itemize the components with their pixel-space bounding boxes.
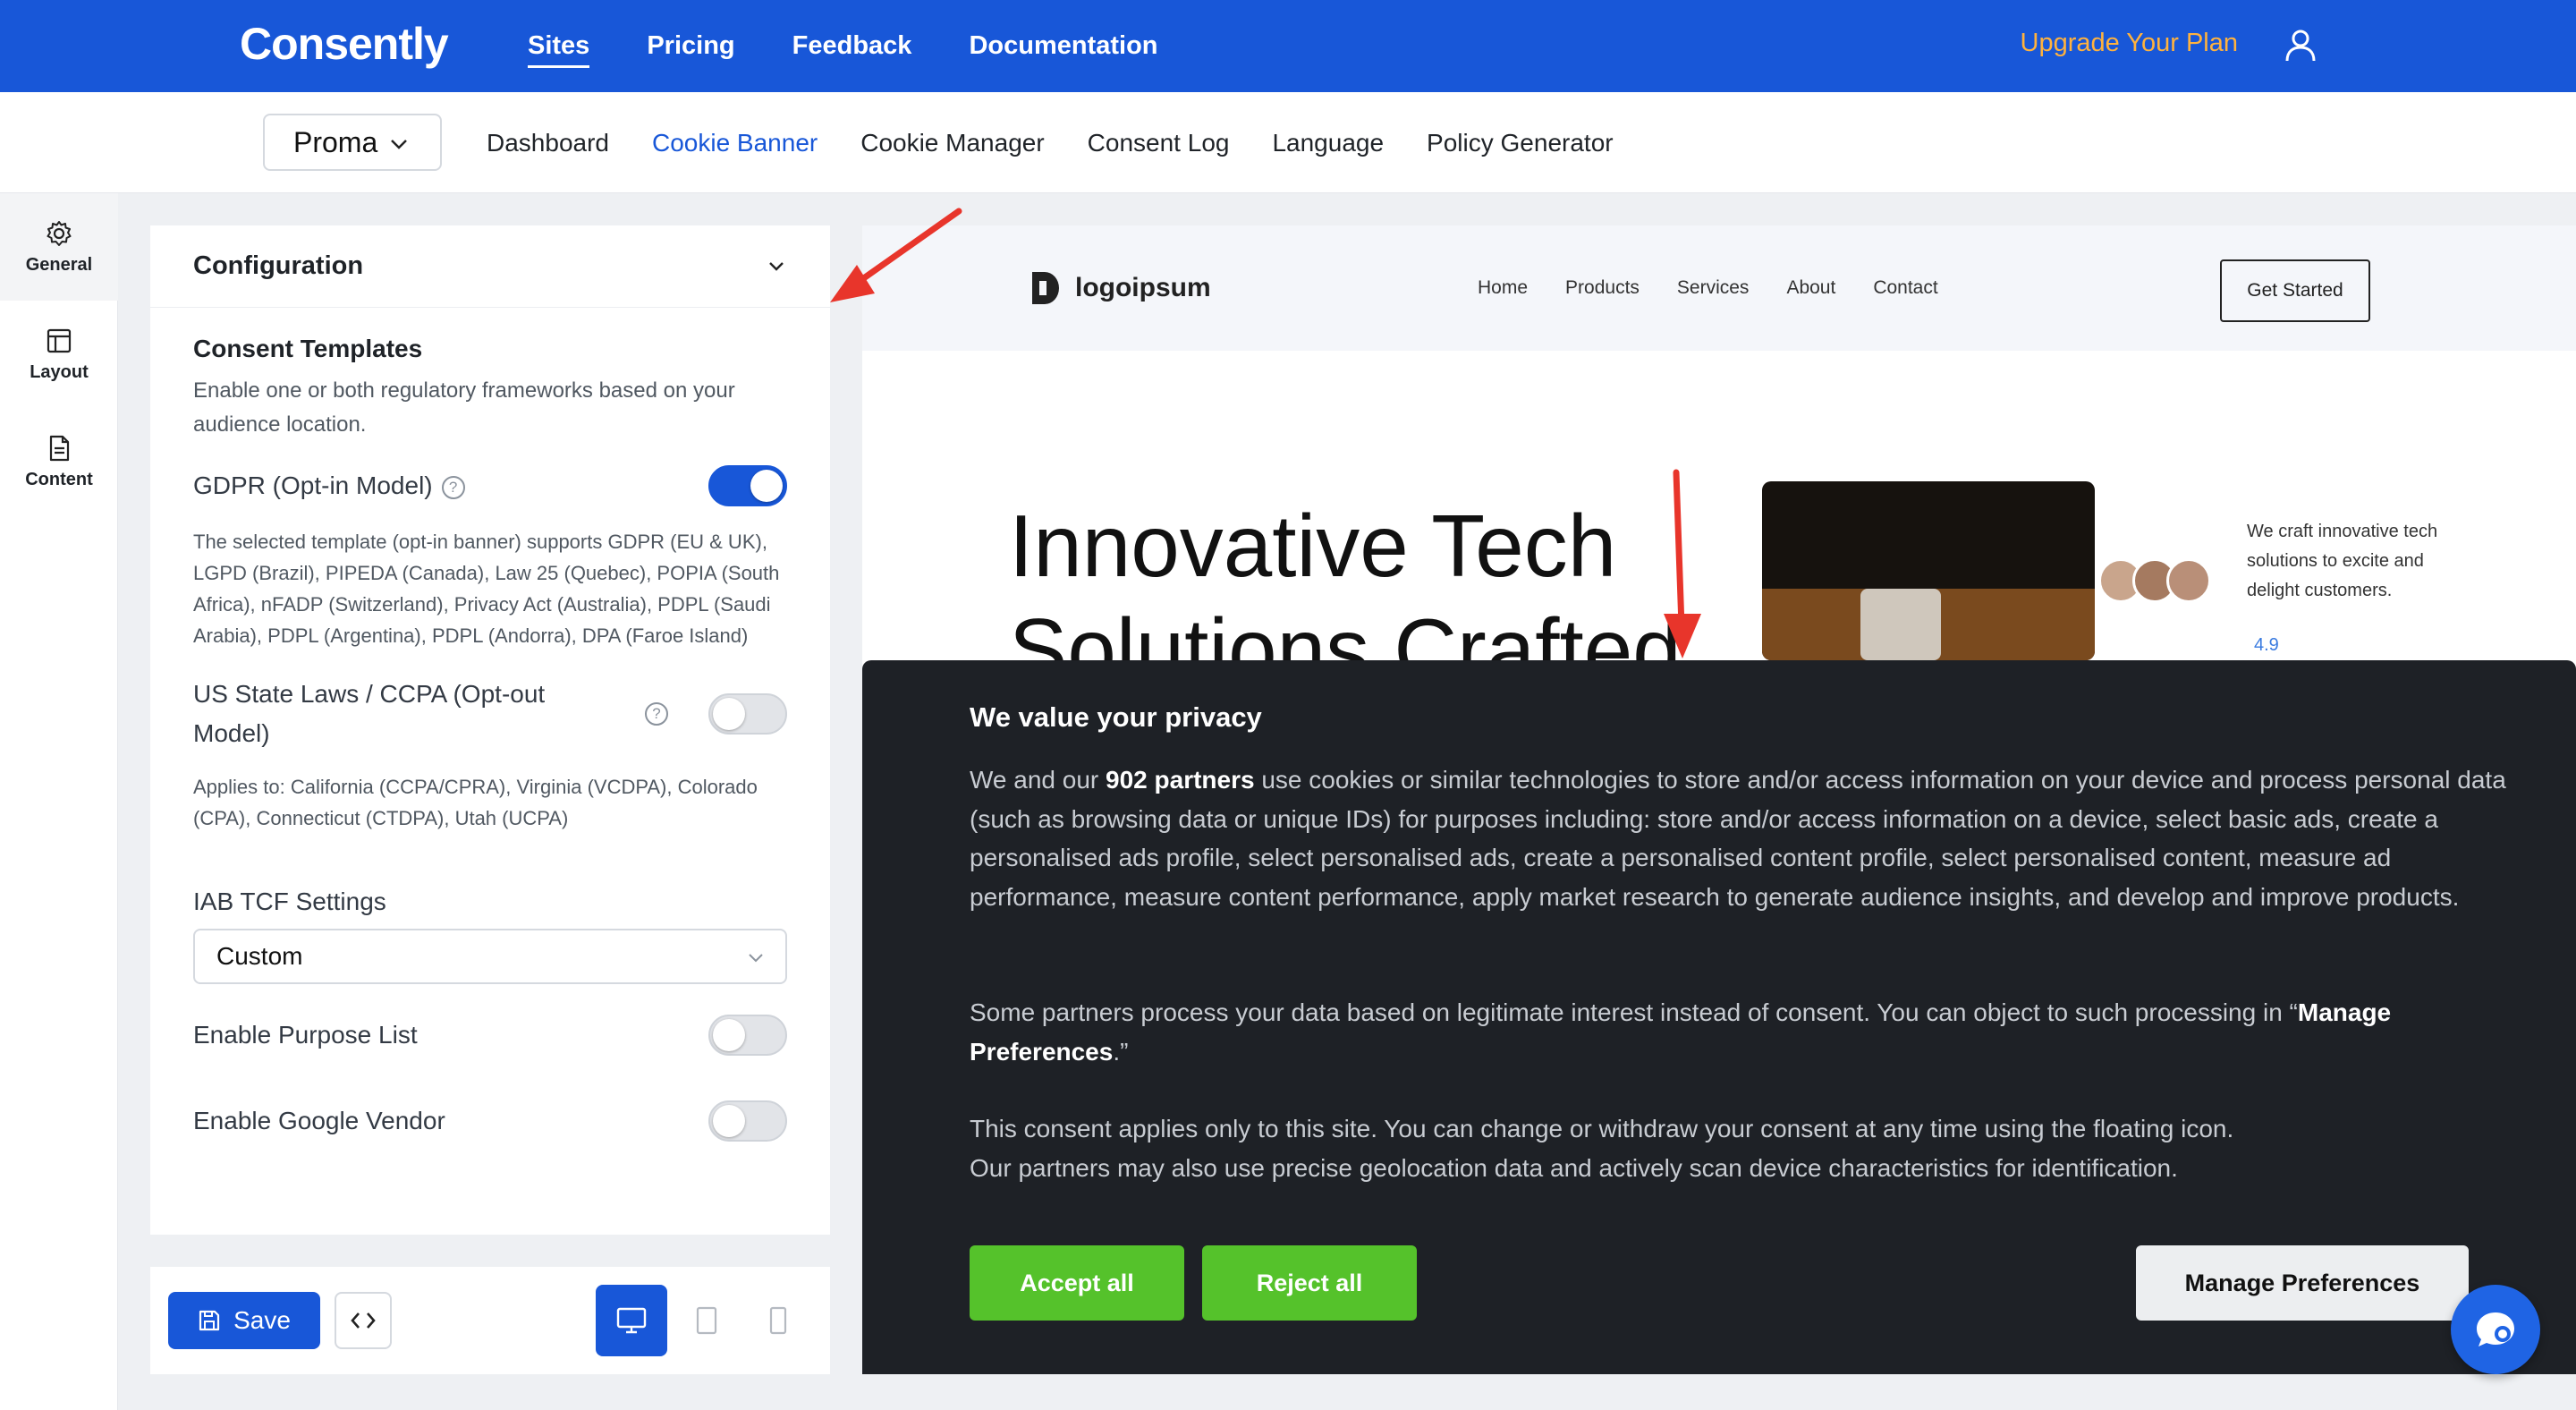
site-tabs: Dashboard Cookie Banner Cookie Manager C… <box>487 92 1614 193</box>
consent-templates-title: Consent Templates <box>193 335 423 362</box>
site-selector[interactable]: Proma <box>263 114 442 171</box>
preview-get-started: Get Started <box>2220 259 2370 322</box>
rail-item-layout[interactable]: Layout <box>0 301 118 408</box>
chevron-down-icon[interactable] <box>766 256 787 277</box>
rail-label: Content <box>25 469 93 489</box>
ccpa-label: US State Laws / CCPA (Opt-out Model) <box>193 680 546 747</box>
nav-documentation[interactable]: Documentation <box>969 31 1157 61</box>
top-navbar: Consently Sites Pricing Feedback Documen… <box>0 0 2576 92</box>
purpose-list-label: Enable Purpose List <box>193 1021 418 1049</box>
chevron-down-icon <box>749 954 763 963</box>
manage-preferences-button[interactable]: Manage Preferences <box>2136 1245 2469 1321</box>
preview-logo: logoipsum <box>1029 268 1211 308</box>
hero-line-1: Innovative Tech <box>1009 497 1617 595</box>
code-view-button[interactable] <box>335 1292 392 1349</box>
rail-label: General <box>25 254 93 275</box>
preview-site-header: logoipsum Home Products Services About C… <box>862 225 2576 351</box>
tab-cookie-banner[interactable]: Cookie Banner <box>652 129 818 157</box>
consent-templates-desc: Enable one or both regulatory frameworks… <box>193 378 735 437</box>
desktop-icon <box>616 1307 647 1334</box>
avatar <box>2166 558 2211 603</box>
preview-nav-about: About <box>1786 277 1836 298</box>
tab-cookie-manager[interactable]: Cookie Manager <box>860 129 1044 157</box>
site-selector-value: Proma <box>293 125 378 158</box>
preview-nav-home: Home <box>1478 277 1529 298</box>
consent-banner: We value your privacy We and our 902 par… <box>862 660 2576 1374</box>
iab-label: IAB TCF Settings <box>193 888 386 915</box>
help-icon[interactable]: ? <box>645 702 668 726</box>
tab-dashboard[interactable]: Dashboard <box>487 129 609 157</box>
tab-consent-log[interactable]: Consent Log <box>1088 129 1230 157</box>
tab-language[interactable]: Language <box>1272 129 1384 157</box>
save-icon <box>199 1310 220 1331</box>
iab-tcf-select[interactable]: Custom <box>193 929 787 984</box>
gdpr-toggle[interactable] <box>708 465 787 506</box>
google-vendor-toggle[interactable] <box>708 1100 787 1142</box>
preview-nav-products: Products <box>1565 277 1640 298</box>
gear-icon <box>47 220 72 246</box>
gdpr-label: GDPR (Opt-in Model) <box>193 471 433 499</box>
configuration-panel: Configuration Consent Templates Enable o… <box>150 225 830 1235</box>
ccpa-note: Applies to: California (CCPA/CPRA), Virg… <box>193 776 758 829</box>
panel-title: Configuration <box>193 251 364 280</box>
save-label: Save <box>233 1306 291 1334</box>
rail-item-content[interactable]: Content <box>0 408 118 515</box>
help-icon[interactable]: ? <box>441 475 465 499</box>
upgrade-plan-link[interactable]: Upgrade Your Plan <box>2021 29 2238 58</box>
preview-nav-services: Services <box>1676 277 1750 298</box>
rail-item-general[interactable]: General <box>0 193 118 301</box>
document-icon <box>49 435 70 461</box>
mobile-preview-button[interactable] <box>742 1285 814 1356</box>
nav-pricing[interactable]: Pricing <box>647 31 734 61</box>
preview-logo-text: logoipsum <box>1075 273 1211 302</box>
reject-all-button[interactable]: Reject all <box>1202 1245 1417 1321</box>
nav-sites[interactable]: Sites <box>528 31 590 68</box>
banner-paragraph-1: We and our 902 partners use cookies or s… <box>970 766 2506 911</box>
configuration-header[interactable]: Configuration <box>150 225 830 308</box>
banner-title: We value your privacy <box>970 701 1262 733</box>
desktop-preview-button[interactable] <box>596 1285 667 1356</box>
nav-feedback[interactable]: Feedback <box>792 31 912 61</box>
logoipsum-icon <box>1032 272 1059 304</box>
site-subnav: Proma Dashboard Cookie Banner Cookie Man… <box>0 92 2576 193</box>
preview-avatars <box>2098 558 2211 603</box>
brand-logo[interactable]: Consently <box>240 18 449 70</box>
accept-all-button[interactable]: Accept all <box>970 1245 1184 1321</box>
user-icon[interactable] <box>2284 29 2317 63</box>
gdpr-note: The selected template (opt-in banner) su… <box>193 531 780 647</box>
tablet-icon <box>696 1306 717 1335</box>
ccpa-toggle[interactable] <box>708 693 787 735</box>
chat-support-button[interactable] <box>2451 1285 2540 1374</box>
banner-paragraph-2: Some partners process your data based on… <box>970 998 2392 1066</box>
preview-nav: Home Products Services About Contact <box>1478 277 1938 299</box>
preview-hero-image <box>1762 481 2095 660</box>
settings-rail: General Layout Content <box>0 193 118 1410</box>
rail-label: Layout <box>30 361 89 382</box>
chevron-down-icon <box>391 140 407 149</box>
tab-policy-generator[interactable]: Policy Generator <box>1427 129 1614 157</box>
preview-rating: 4.9 <box>2254 635 2279 655</box>
save-button[interactable]: Save <box>168 1292 320 1349</box>
main-nav: Sites Pricing Feedback Documentation <box>528 0 1158 92</box>
code-icon <box>351 1312 376 1329</box>
preview-nav-contact: Contact <box>1873 277 1938 298</box>
layout-icon <box>47 328 72 352</box>
mobile-icon <box>769 1306 787 1335</box>
editor-toolbar: Save <box>150 1267 830 1374</box>
banner-paragraph-3: This consent applies only to this site. … <box>970 1115 2234 1182</box>
google-vendor-label: Enable Google Vendor <box>193 1107 445 1134</box>
iab-tcf-value: Custom <box>216 942 303 970</box>
purpose-list-toggle[interactable] <box>708 1015 787 1056</box>
preview-hero-side-text: We craft innovative tech solutions to ex… <box>2247 522 2438 600</box>
chat-icon <box>2477 1312 2514 1346</box>
tablet-preview-button[interactable] <box>671 1285 742 1356</box>
